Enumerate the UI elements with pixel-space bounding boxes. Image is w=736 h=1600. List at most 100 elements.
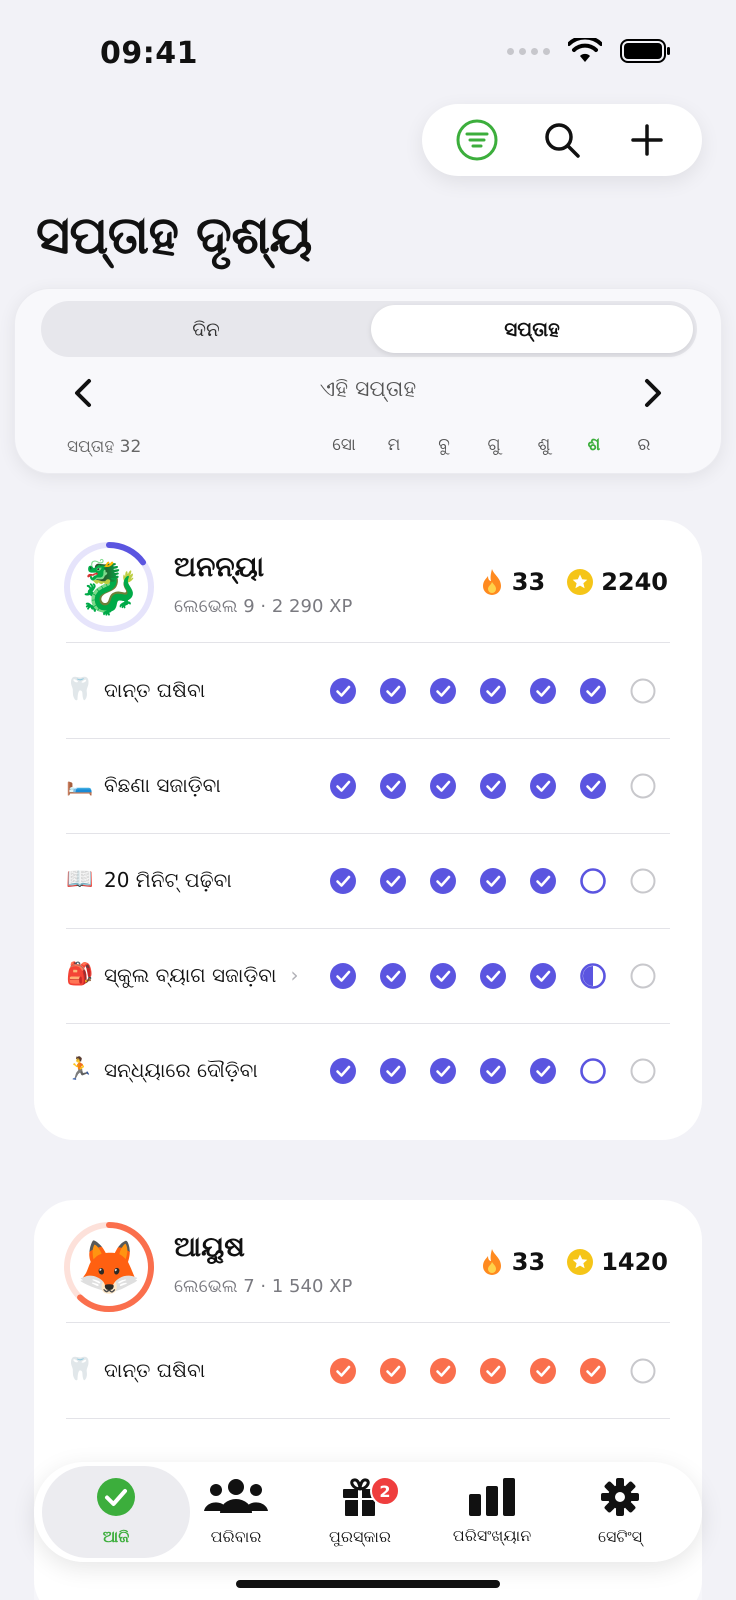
task-day-check[interactable]	[380, 773, 406, 799]
task-row[interactable]: 🦷 ଦାନ୍ତ ଘଷିବା	[34, 1323, 702, 1419]
task-day-check[interactable]	[580, 1058, 606, 1084]
task-label: 📖 20 ମିନିଟ୍ ପଢ଼ିବା	[66, 867, 231, 892]
task-day-check[interactable]	[580, 963, 606, 989]
task-day-check[interactable]	[480, 1358, 506, 1384]
task-name: ଦାନ୍ତ ଘଷିବା	[104, 1357, 206, 1382]
task-row[interactable]: 🏃 ସନ୍ଧ୍ୟାରେ ଦୌଡ଼ିବା	[34, 1023, 702, 1119]
task-day-check[interactable]	[630, 1058, 656, 1084]
task-day-check[interactable]	[430, 678, 456, 704]
task-day-check[interactable]	[330, 1358, 356, 1384]
task-day-check[interactable]	[580, 1358, 606, 1384]
checkmark-icon	[480, 868, 506, 894]
task-day-check[interactable]	[480, 963, 506, 989]
task-row[interactable]: 🛏️ ବିଛଣା ସଜାଡ଼ିବା	[34, 738, 702, 834]
task-day-check[interactable]	[580, 678, 606, 704]
task-day-check[interactable]	[330, 963, 356, 989]
task-row[interactable]: 🦷 ଦାନ୍ତ ଘଷିବା	[34, 643, 702, 739]
tab-bar: ଆଜି ପରିବାର ପୁରସ୍କାର 2 ପରିସଂଖ୍ୟାନ ସେଟିଂସ୍	[34, 1462, 702, 1562]
segment-day[interactable]: ଦିନ	[45, 305, 367, 353]
tab-label: ପରିସଂଖ୍ୟାନ	[452, 1526, 532, 1545]
segment-week[interactable]: ସପ୍ତାହ	[371, 305, 693, 353]
checkmark-icon	[430, 868, 456, 894]
add-button[interactable]	[619, 112, 675, 168]
avatar[interactable]: 🦊	[62, 1220, 156, 1314]
search-button[interactable]	[534, 112, 590, 168]
task-day-check[interactable]	[380, 963, 406, 989]
checkmark-icon	[530, 963, 556, 989]
tab-label: ସେଟିଂସ୍	[597, 1527, 643, 1546]
gear-icon	[600, 1477, 640, 1521]
task-day-check[interactable]	[530, 678, 556, 704]
task-day-check[interactable]	[630, 963, 656, 989]
tab-statistics[interactable]: ପରିସଂଖ୍ୟାନ	[426, 1466, 558, 1558]
checkmark-icon	[580, 773, 606, 799]
member-name: ଅନନ୍ୟା	[174, 550, 265, 583]
task-day-check[interactable]	[330, 1058, 356, 1084]
task-day-check[interactable]	[330, 773, 356, 799]
task-day-check[interactable]	[630, 868, 656, 894]
checkmark-icon	[530, 678, 556, 704]
task-day-check[interactable]	[480, 678, 506, 704]
task-day-check[interactable]	[530, 1058, 556, 1084]
avatar[interactable]: 🐉	[62, 540, 156, 634]
task-day-check[interactable]	[380, 678, 406, 704]
checkmark-icon	[430, 773, 456, 799]
task-emoji-icon: 🦷	[66, 1357, 94, 1382]
checkmark-icon	[580, 678, 606, 704]
task-day-check[interactable]	[380, 1358, 406, 1384]
task-day-check[interactable]	[530, 868, 556, 894]
tab-label: ଆଜି	[102, 1527, 130, 1546]
task-day-check[interactable]	[480, 1058, 506, 1084]
status-time: 09:41	[100, 36, 198, 71]
task-day-check[interactable]	[430, 773, 456, 799]
notification-badge: 2	[370, 1476, 400, 1506]
task-name: ସ୍କୁଲ ବ୍ୟାଗ ସଜାଡ଼ିବା	[104, 962, 277, 987]
checkmark-icon	[430, 963, 456, 989]
divider	[66, 1418, 670, 1419]
streak-count: 33	[511, 568, 546, 596]
task-day-check[interactable]	[430, 1058, 456, 1084]
task-row[interactable]: 📖 20 ମିନିଟ୍ ପଢ଼ିବା	[34, 833, 702, 929]
task-label: 🦷 ଦାନ୍ତ ଘଷିବା	[66, 677, 205, 702]
task-day-check[interactable]	[580, 868, 606, 894]
task-day-check[interactable]	[480, 868, 506, 894]
tab-today[interactable]: ଆଜି	[42, 1466, 190, 1558]
task-emoji-icon: 🛏️	[66, 772, 94, 797]
task-day-check[interactable]	[330, 868, 356, 894]
task-day-check[interactable]	[530, 963, 556, 989]
check-circle-icon	[96, 1477, 136, 1521]
avatar-emoji: 🐉	[76, 557, 142, 618]
task-day-check[interactable]	[630, 1358, 656, 1384]
task-day-check[interactable]	[430, 1358, 456, 1384]
next-week-button[interactable]	[631, 371, 675, 415]
task-day-check[interactable]	[630, 678, 656, 704]
tab-rewards[interactable]: ପୁରସ୍କାର 2	[294, 1466, 426, 1558]
task-day-check[interactable]	[480, 773, 506, 799]
task-day-check[interactable]	[380, 868, 406, 894]
circle-icon	[630, 678, 656, 704]
points-count: 1420	[601, 1248, 668, 1276]
task-label: 🎒 ସ୍କୁଲ ବ୍ୟାଗ ସଜାଡ଼ିବା ›	[66, 962, 298, 987]
task-day-check[interactable]	[530, 773, 556, 799]
tab-settings[interactable]: ସେଟିଂସ୍	[554, 1466, 686, 1558]
week-navigation: ଏହି ସପ୍ତାହ	[15, 371, 721, 415]
task-day-check[interactable]	[580, 773, 606, 799]
page-title: ସପ୍ତାହ ଦୃଶ୍ୟ	[36, 206, 312, 266]
tab-family[interactable]: ପରିବାର	[170, 1466, 302, 1558]
task-day-check[interactable]	[380, 1058, 406, 1084]
filter-button[interactable]	[449, 112, 505, 168]
day-header: ର	[637, 435, 651, 455]
circle-icon	[580, 1058, 606, 1084]
task-day-check[interactable]	[430, 963, 456, 989]
checkmark-icon	[480, 773, 506, 799]
task-day-check[interactable]	[330, 678, 356, 704]
circle-icon	[580, 868, 606, 894]
checkmark-icon	[330, 868, 356, 894]
task-day-check[interactable]	[530, 1358, 556, 1384]
task-day-check[interactable]	[630, 773, 656, 799]
task-day-check[interactable]	[430, 868, 456, 894]
battery-icon	[620, 39, 670, 63]
day-header: ସୋ	[332, 435, 356, 455]
task-row[interactable]: 🎒 ସ୍କୁଲ ବ୍ୟାଗ ସଜାଡ଼ିବା ›	[34, 928, 702, 1024]
week-number: ସପ୍ତାହ 32	[67, 437, 142, 457]
